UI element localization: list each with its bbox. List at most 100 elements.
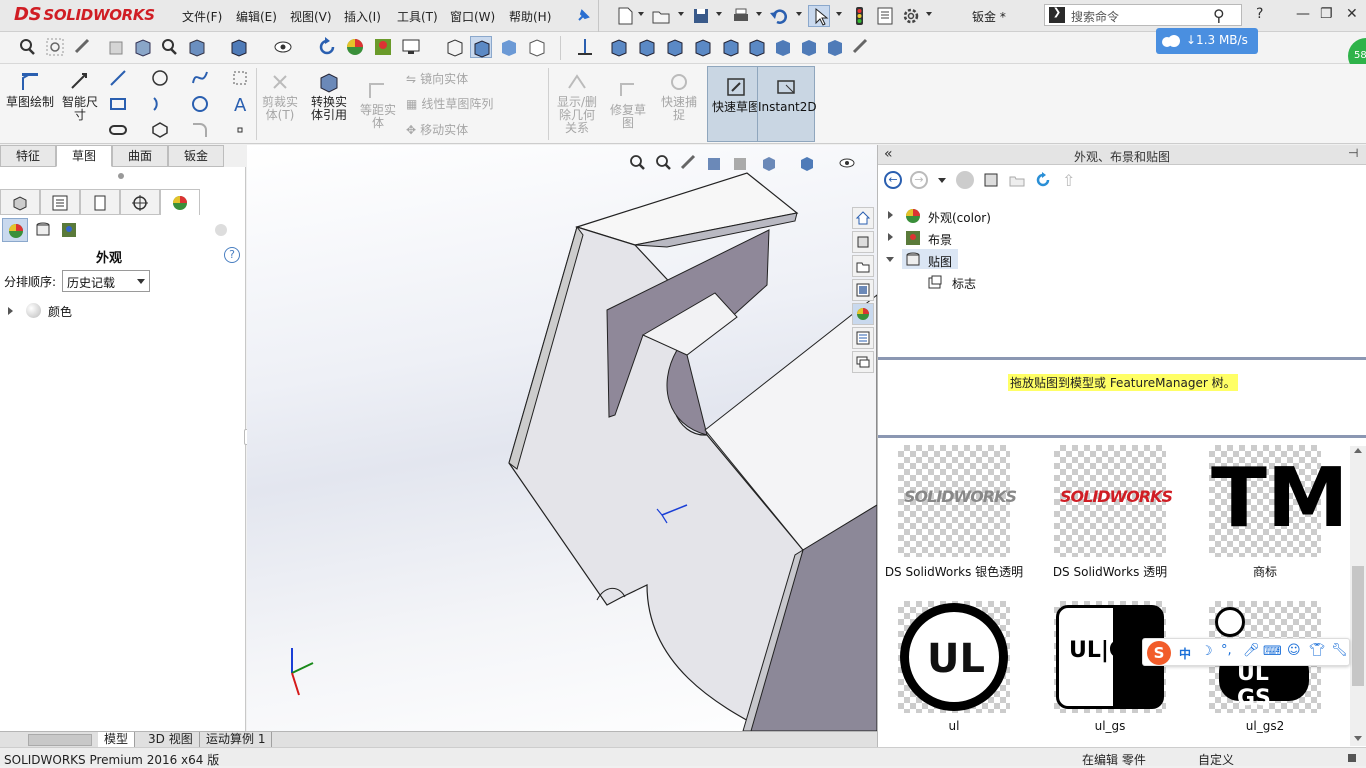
decal-view-icon[interactable] — [34, 221, 52, 239]
file-properties-icon[interactable] — [874, 5, 896, 27]
menu-file[interactable]: 文件(F) — [182, 8, 222, 25]
hud-dynamic-annotation-icon[interactable] — [731, 153, 751, 173]
repair-sketch-button[interactable]: 修复草图 — [606, 78, 650, 130]
smart-dimension-button[interactable]: 智能尺寸 — [58, 70, 102, 122]
display-style-icon[interactable] — [228, 36, 250, 58]
offset-entities-button[interactable]: 等距实体 — [356, 78, 400, 130]
shaded-edges-icon[interactable] — [470, 36, 492, 58]
zoom-to-fit-icon[interactable] — [16, 36, 38, 58]
thumbnail-scrollbar[interactable] — [1350, 446, 1366, 746]
mirror-entities-button[interactable]: ⇋ 镜向实体 — [406, 70, 468, 87]
dynamic-annotation-icon[interactable] — [132, 36, 154, 58]
hud-section-view-icon[interactable] — [705, 153, 725, 173]
back-view-icon[interactable] — [636, 36, 658, 58]
instant2d-button[interactable]: Instant2D — [757, 66, 817, 142]
convert-entities-button[interactable]: 转换实体引用 — [306, 70, 352, 122]
load-library-icon[interactable] — [982, 171, 1000, 189]
tab-dim-xpert[interactable] — [120, 189, 160, 215]
spline-icon[interactable] — [190, 68, 210, 88]
wireframe-icon[interactable] — [444, 36, 466, 58]
top-view-icon[interactable] — [720, 36, 742, 58]
splitter-bar[interactable] — [878, 435, 1366, 438]
dimetric-view-icon[interactable] — [824, 36, 846, 58]
skin-shirt-icon[interactable]: 👕︎ — [1309, 643, 1326, 658]
apply-scene-icon[interactable] — [372, 36, 394, 58]
expand-arrow-icon[interactable] — [8, 307, 13, 315]
taskpane-palette-button[interactable] — [852, 279, 874, 301]
solidworks-logo[interactable]: DS SOLIDWORKS — [14, 4, 155, 28]
keyboard-icon[interactable]: ⌨ — [1263, 644, 1282, 659]
shaded-icon[interactable] — [498, 36, 520, 58]
point-icon[interactable] — [230, 120, 250, 140]
ime-toolbar[interactable]: S 中 ☽ °, 🎤︎ ⌨ ☺ 👕︎ 🔧︎ — [1142, 638, 1350, 666]
graphics-area[interactable] — [247, 145, 877, 731]
up-level-icon[interactable]: ⇧ — [1062, 171, 1080, 190]
status-unit-dropdown-icon[interactable] — [1348, 754, 1356, 762]
appearance-view-button[interactable] — [2, 218, 28, 242]
move-entities-button[interactable]: ✥ 移动实体 — [406, 121, 468, 138]
save-icon[interactable] — [690, 5, 712, 27]
circle-icon[interactable] — [150, 68, 170, 88]
hidden-lines-icon[interactable] — [526, 36, 548, 58]
collapse-arrow-icon[interactable] — [886, 257, 894, 262]
show-relations-button[interactable]: 显示/删除几何关系 — [554, 70, 600, 135]
search-icon[interactable]: ⚲ — [1213, 6, 1225, 25]
tab-configuration-manager[interactable] — [80, 189, 120, 215]
view-settings-icon[interactable] — [400, 36, 422, 58]
arc-icon[interactable] — [150, 94, 170, 114]
front-view-icon[interactable] — [608, 36, 630, 58]
normal-to-icon[interactable] — [574, 36, 596, 58]
bottom-view-icon[interactable] — [746, 36, 768, 58]
previous-view-icon[interactable] — [72, 36, 94, 58]
right-view-icon[interactable] — [692, 36, 714, 58]
taskpane-explorer-button[interactable] — [852, 255, 874, 277]
wrench-icon[interactable]: 🔧︎ — [1331, 643, 1348, 658]
left-view-icon[interactable] — [664, 36, 686, 58]
hud-zoom-fit-icon[interactable] — [627, 153, 647, 173]
isometric-view-icon[interactable] — [772, 36, 794, 58]
moon-icon[interactable]: ☽ — [1201, 644, 1213, 659]
taskpane-library-button[interactable] — [852, 231, 874, 253]
tab-features[interactable]: 特征 — [0, 145, 56, 167]
display-pane-icon[interactable] — [212, 221, 230, 239]
sogou-logo-icon[interactable]: S — [1147, 641, 1171, 665]
tab-model[interactable]: 模型 — [98, 732, 136, 748]
rectangle-icon[interactable] — [108, 94, 128, 114]
hud-zoom-area-icon[interactable] — [653, 153, 673, 173]
panel-grip-icon[interactable] — [118, 173, 124, 179]
new-document-icon[interactable] — [614, 5, 636, 27]
restore-icon[interactable]: ❐ — [1320, 6, 1333, 22]
polygon-icon[interactable] — [150, 120, 170, 140]
help-question-icon[interactable]: ? — [1256, 6, 1263, 22]
ellipse-icon[interactable] — [190, 94, 210, 114]
taskpane-home-button[interactable] — [852, 207, 874, 229]
trim-entities-button[interactable]: 剪裁实体(T) — [258, 70, 302, 122]
view-orientation-icon[interactable] — [186, 36, 208, 58]
folder-icon[interactable] — [1008, 171, 1026, 189]
zoom-area-icon[interactable] — [44, 36, 66, 58]
hud-view-orientation-icon[interactable] — [759, 153, 779, 173]
slot-icon[interactable] — [108, 120, 128, 140]
punctuation-icon[interactable]: °, — [1221, 643, 1232, 658]
microphone-icon[interactable]: 🎤︎ — [1243, 643, 1260, 658]
scrollbar-thumb[interactable] — [1352, 566, 1364, 686]
trimetric-view-icon[interactable] — [798, 36, 820, 58]
scroll-up-icon[interactable] — [1354, 448, 1362, 453]
tab-navigation-arrows[interactable] — [28, 734, 92, 746]
menu-tools[interactable]: 工具(T) — [397, 8, 438, 25]
menu-view[interactable]: 视图(V) — [290, 8, 332, 25]
select-pointer-icon[interactable] — [808, 5, 830, 27]
rebuild-icon[interactable] — [848, 5, 870, 27]
menu-insert[interactable]: 插入(I) — [344, 8, 381, 25]
view-selector-icon[interactable] — [850, 36, 872, 58]
quick-snaps-button[interactable]: 快速捕捉 — [656, 70, 702, 122]
search-box[interactable]: ❯ 搜索命令 ⚲ — [1044, 4, 1242, 26]
hud-hide-show-icon[interactable] — [837, 153, 857, 173]
tab-surfaces[interactable]: 曲面 — [112, 145, 168, 167]
sort-order-select[interactable]: 历史记载 — [62, 270, 150, 292]
history-dropdown-icon[interactable] — [938, 178, 946, 183]
status-units[interactable]: 自定义 — [1198, 751, 1234, 768]
decal-thumbnail[interactable]: SOLIDWORKS DS SolidWorks 透明 — [1053, 445, 1173, 579]
taskpane-properties-button[interactable] — [852, 327, 874, 349]
hud-previous-view-icon[interactable] — [679, 153, 699, 173]
